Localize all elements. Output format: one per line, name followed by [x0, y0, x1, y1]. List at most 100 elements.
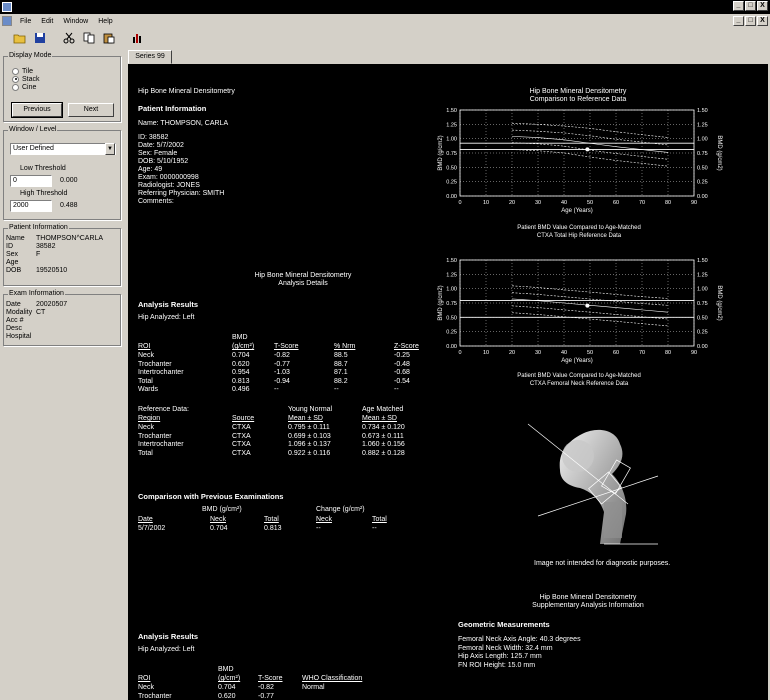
radio-stack-label: Stack [22, 75, 40, 83]
chart1-caption-1: Patient BMD Value Compared to Age-Matche… [517, 225, 641, 231]
results-cell: -1.03 [274, 369, 290, 376]
info-value: THOMPSON^CARLA [36, 235, 104, 242]
minimize-button[interactable]: _ [733, 1, 744, 11]
chart-report-icon[interactable] [130, 30, 146, 46]
mdi-minimize-button[interactable]: _ [733, 16, 744, 26]
results-cell: Total [138, 377, 153, 385]
compare-header-total: Total [264, 516, 279, 523]
compare-change-label: Change (g/cm²) [316, 506, 365, 513]
y-tick-label-right: 0.25 [697, 330, 708, 336]
high-threshold-ratio: 0.488 [60, 202, 78, 209]
info-value: 38582 [36, 243, 56, 250]
exam-info-rows: Date 20020507 Modality CT Acc # Desc Hospital [6, 301, 118, 341]
left-panel: Display Mode Tile Stack Cine Previous Ne… [0, 48, 124, 700]
open-folder-icon[interactable] [12, 30, 28, 46]
results2-bmd-top: BMD [218, 666, 234, 673]
close-button[interactable]: X [757, 1, 768, 11]
y-tick-label: 1.00 [446, 137, 457, 143]
patient-info-heading: Patient Information [138, 104, 207, 113]
patient-info-lines: ID: 38582 Date: 5/7/2002 Sex: Female DOB: 5… [138, 134, 224, 206]
mdi-close-button[interactable]: X [757, 16, 768, 26]
x-tick-label: 60 [613, 200, 619, 206]
results-cell: 0.813 [232, 377, 250, 385]
results2-cell: -0.82 [258, 684, 274, 691]
y-tick-label-right: 1.25 [697, 122, 708, 128]
patient-info-line: Date: 5/7/2002 [138, 142, 184, 149]
tab-series[interactable]: Series 99 [128, 50, 172, 64]
results-cell: 88.5 [334, 352, 348, 359]
menu-edit[interactable]: Edit [39, 18, 55, 25]
results-cell: -- [334, 386, 339, 393]
y-tick-label-right: 1.00 [697, 287, 708, 293]
results-cell: -0.82 [274, 352, 290, 359]
ref-cell: CTXA [232, 432, 251, 440]
info-value: 19520510 [36, 267, 68, 274]
radio-tile[interactable]: Tile [12, 67, 40, 75]
ref-cell: 0.882 ± 0.128 [362, 449, 405, 457]
cut-icon[interactable] [61, 30, 77, 46]
x-tick-label: 0 [458, 350, 461, 356]
compare-neck: 0.704 [210, 525, 228, 532]
results2-cell: -0.77 [258, 692, 274, 700]
geometric-line: Femoral Neck Axis Angle: 40.3 degrees [458, 636, 581, 643]
preset-select[interactable]: User Defined ▼ [10, 143, 116, 155]
restore-button[interactable]: □ [745, 1, 756, 11]
chart1-title-2: Comparison to Reference Data [529, 96, 627, 103]
info-key: Desc [6, 325, 22, 332]
results-cell: Trochanter [138, 360, 172, 368]
ref-aged-label: Age Matched [362, 406, 404, 413]
info-row: Date 20020507 [6, 301, 118, 309]
x-tick-label: 70 [639, 350, 645, 356]
patient-info-rows: Name THOMPSON^CARLA ID 38582 Sex F Age DOB 19520… [6, 235, 118, 275]
copy-icon[interactable] [81, 30, 97, 46]
menu-window[interactable]: Window [61, 18, 90, 25]
results-row: Total 0.813 -0.94 88.2 -0.54 [138, 378, 438, 387]
title-bar: _ □ X [0, 0, 770, 14]
menu-help[interactable]: Help [96, 18, 114, 25]
document-icon[interactable] [2, 16, 12, 26]
y-tick-label: 0.50 [446, 165, 457, 171]
info-key: Date [6, 301, 21, 308]
y-tick-label: 0.00 [446, 194, 457, 200]
window-controls: _ □ X [733, 1, 768, 11]
compare-total-change: -- [372, 525, 377, 532]
ref-young-label: Young Normal [288, 406, 333, 413]
chevron-down-icon[interactable]: ▼ [105, 143, 115, 155]
info-key: DOB [6, 267, 22, 274]
results-cell: 0.496 [232, 386, 250, 393]
x-tick-label: 50 [587, 350, 593, 356]
y-axis-label: BMD (g/cm2) [438, 285, 444, 320]
next-button[interactable]: Next [68, 103, 114, 117]
x-tick-label: 90 [691, 200, 697, 206]
results-cell: -0.48 [394, 360, 410, 368]
mdi-restore-button[interactable]: □ [745, 16, 756, 26]
menu-file[interactable]: File [18, 18, 33, 25]
y-tick-label-right: 0.50 [697, 315, 708, 321]
previous-button[interactable]: Previous [11, 102, 63, 118]
low-threshold-input[interactable]: 0 [10, 175, 52, 187]
radio-stack[interactable]: Stack [12, 75, 40, 83]
info-row: Acc # [6, 317, 118, 325]
ref-cell: 0.699 ± 0.103 [288, 432, 331, 440]
geometric-line: FN ROI Height: 15.0 mm [458, 661, 536, 669]
high-threshold-input[interactable]: 2000 [10, 200, 52, 212]
report-view[interactable]: Hip Bone Mineral Densitometry Patient In… [128, 64, 768, 700]
results-cell: -0.54 [394, 377, 410, 385]
y-tick-label: 0.25 [446, 180, 457, 186]
results-cell: -0.25 [394, 352, 410, 359]
paste-icon[interactable] [101, 30, 117, 46]
results-cell: -- [274, 386, 279, 393]
low-threshold-label: Low Threshold [20, 165, 66, 172]
radio-cine[interactable]: Cine [12, 83, 40, 91]
save-icon[interactable] [32, 30, 48, 46]
ref-cell: 0.922 ± 0.116 [288, 449, 331, 457]
results-cell: Wards [138, 386, 158, 393]
ref-row: Neck CTXA 0.795 ± 0.111 0.734 ± 0.120 [138, 424, 448, 433]
compare-header-date: Date [138, 516, 153, 523]
ref-header-mean2: Mean ± SD [362, 415, 397, 422]
info-row: Age [6, 259, 118, 267]
info-key: Name [6, 235, 25, 242]
info-value: CT [36, 309, 46, 316]
results-cell: Intertrochanter [138, 369, 184, 376]
y-tick-label-right: 0.00 [697, 344, 708, 350]
